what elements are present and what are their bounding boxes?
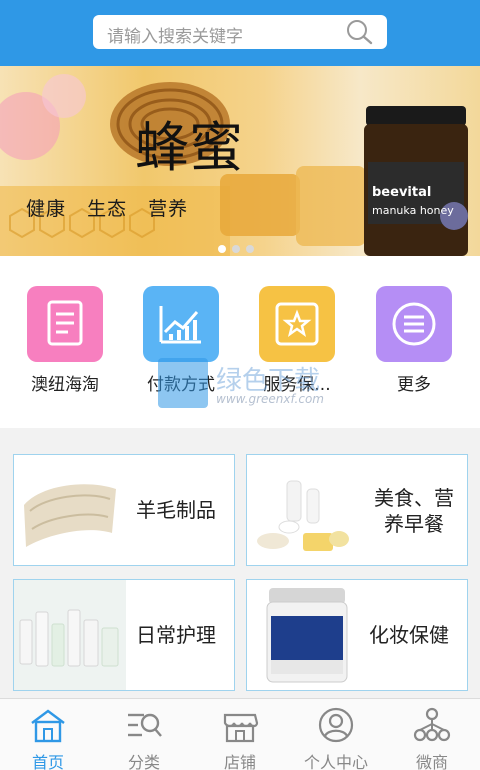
- search-input[interactable]: 请输入搜索关键字: [93, 15, 387, 49]
- food-image: [257, 480, 349, 551]
- tab-label: 个人中心: [303, 753, 368, 770]
- star-icon: [259, 286, 335, 362]
- tab-label: 微商: [415, 753, 448, 770]
- bottom-tab-bar: 首页 分类 店铺 个人中心 微商: [0, 698, 480, 770]
- carousel-dot[interactable]: [232, 245, 240, 253]
- tag-health: 健康: [26, 198, 67, 220]
- tab-label: 分类: [127, 753, 160, 770]
- product-card-health[interactable]: 化妆保健: [246, 579, 468, 691]
- tab-wechat-shop[interactable]: 微商: [384, 707, 480, 770]
- tab-store[interactable]: 店铺: [192, 707, 288, 770]
- banner-tagline: 健康 生态 营养: [26, 194, 202, 221]
- carousel-dot[interactable]: [218, 245, 226, 253]
- carousel-dots[interactable]: [218, 238, 260, 257]
- product-card-title: 羊毛制品: [136, 498, 216, 522]
- home-icon: [28, 707, 68, 743]
- tag-nutrition: 营养: [148, 198, 189, 220]
- user-icon: [316, 707, 356, 743]
- shortcut-label: 更多: [397, 375, 431, 395]
- chart-icon: [143, 286, 219, 362]
- tab-label: 首页: [31, 753, 64, 770]
- top-header: 请输入搜索关键字: [0, 0, 480, 66]
- tab-profile[interactable]: 个人中心: [288, 707, 384, 770]
- tab-label: 店铺: [223, 753, 256, 770]
- skincare-image: [14, 580, 126, 690]
- store-icon: [220, 707, 260, 743]
- search-icon[interactable]: [345, 19, 373, 49]
- shortcut-aus-nz[interactable]: 澳纽海淘: [15, 286, 115, 395]
- tag-ecology: 生态: [87, 198, 128, 220]
- product-brand: beevital: [372, 185, 432, 200]
- search-placeholder: 请输入搜索关键字: [107, 27, 243, 47]
- wool-image: [24, 484, 116, 547]
- product-card-wool[interactable]: 羊毛制品: [13, 454, 235, 566]
- menu-icon: [376, 286, 452, 362]
- document-icon: [27, 286, 103, 362]
- network-icon: [412, 707, 452, 743]
- product-card-title: 化妆保健: [369, 623, 449, 647]
- tab-category[interactable]: 分类: [96, 707, 192, 770]
- promo-banner[interactable]: 健康 生态 营养 蜂蜜 beevital manuka honey: [0, 66, 480, 256]
- product-card-title: 日常护理: [136, 623, 216, 647]
- carousel-dot[interactable]: [246, 245, 254, 253]
- product-name: manuka honey: [372, 204, 454, 217]
- product-card-title: 美食、营养早餐: [374, 486, 454, 536]
- product-card-care[interactable]: 日常护理: [13, 579, 235, 691]
- product-card-food[interactable]: 美食、营养早餐: [246, 454, 468, 566]
- watermark-url: www.greenxf.com: [216, 392, 324, 406]
- product-grid: 羊毛制品 美食、营养早餐 日常护理 化妆保健: [0, 440, 480, 696]
- category-search-icon: [124, 707, 164, 743]
- shortcut-more[interactable]: 更多: [364, 286, 464, 395]
- tab-home[interactable]: 首页: [0, 707, 96, 770]
- watermark-logo: [158, 358, 208, 408]
- supplement-image: [266, 588, 348, 683]
- shortcut-label: 澳纽海淘: [31, 375, 99, 395]
- banner-calligraphy: 蜂蜜: [135, 116, 243, 179]
